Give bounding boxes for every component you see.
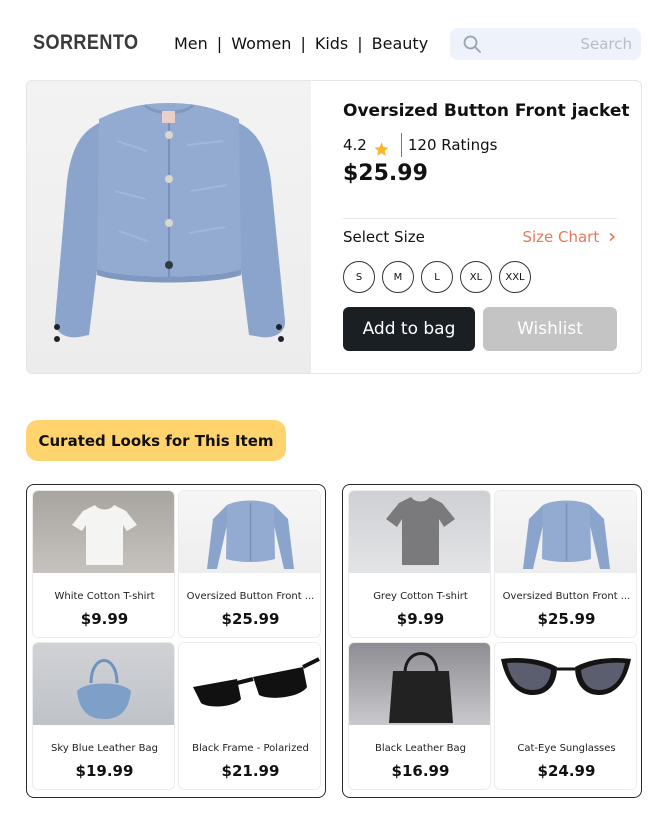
jacket-thumb-image	[179, 491, 320, 573]
size-option-xl[interactable]: XL	[460, 261, 492, 293]
curated-looks-heading: Curated Looks for This Item	[26, 420, 286, 461]
rating-value: 4.2	[343, 135, 367, 154]
search-icon	[463, 35, 481, 53]
jacket-icon	[523, 500, 610, 569]
sky-blue-bag-image	[33, 643, 174, 725]
product-card: Oversized Button Front jacket 4.2 120 Ra…	[26, 80, 642, 374]
product-title: Oversized Button Front jacket	[343, 101, 630, 121]
jacket-icon	[207, 500, 294, 569]
add-to-bag-button[interactable]: Add to bag	[343, 307, 475, 351]
look-card[interactable]: Grey Cotton T-shirt $9.99 Oversized Butt…	[342, 484, 642, 798]
product-image[interactable]	[27, 81, 311, 373]
divider	[343, 218, 617, 219]
nav-item-women[interactable]: Women	[231, 34, 291, 53]
main-nav: Men | Women | Kids | Beauty	[174, 34, 428, 53]
product-price: $25.99	[343, 161, 428, 186]
item-price: $9.99	[80, 610, 129, 628]
item-name: Sky Blue Leather Bag	[51, 743, 158, 754]
ratings-count[interactable]: 120 Ratings	[408, 136, 498, 154]
look-item[interactable]: Black Leather Bag $16.99	[348, 642, 491, 790]
item-price: $24.99	[537, 762, 596, 780]
item-price: $25.99	[537, 610, 596, 628]
nav-separator: |	[300, 34, 306, 53]
nav-item-beauty[interactable]: Beauty	[372, 34, 429, 53]
item-name: Oversized Button Front ...	[502, 591, 631, 602]
page: SORRENTO Men | Women | Kids | Beauty Sea…	[0, 0, 666, 826]
handbag-icon	[77, 659, 131, 719]
grey-tshirt-image	[349, 491, 490, 573]
select-size-label: Select Size	[343, 228, 425, 246]
item-price: $9.99	[396, 610, 445, 628]
size-option-xxl[interactable]: XXL	[499, 261, 531, 293]
size-chart-link[interactable]: Size Chart	[522, 228, 617, 246]
nav-separator: |	[357, 34, 363, 53]
item-name: Black Leather Bag	[375, 743, 466, 754]
tshirt-icon	[386, 497, 455, 565]
item-price: $21.99	[221, 762, 280, 780]
brand-logo[interactable]: SORRENTO	[33, 31, 138, 55]
size-option-l[interactable]: L	[421, 261, 453, 293]
handbag-icon	[389, 652, 453, 723]
look-item[interactable]: Oversized Button Front ... $25.99	[178, 490, 321, 638]
product-info: Oversized Button Front jacket 4.2 120 Ra…	[343, 81, 630, 373]
star-icon	[374, 142, 389, 156]
size-options: S M L XL XXL	[343, 261, 531, 293]
sunglasses-icon	[193, 657, 320, 707]
look-item[interactable]: Grey Cotton T-shirt $9.99	[348, 490, 491, 638]
jacket-thumb-image	[495, 491, 636, 573]
look-item[interactable]: Cat-Eye Sunglasses $24.99	[494, 642, 637, 790]
item-price: $19.99	[75, 762, 134, 780]
item-name: Cat-Eye Sunglasses	[517, 743, 616, 754]
tshirt-icon	[72, 505, 137, 565]
jacket-image	[54, 103, 286, 342]
item-name: Oversized Button Front ...	[186, 591, 315, 602]
item-price: $16.99	[391, 762, 450, 780]
white-tshirt-image	[33, 491, 174, 573]
look-item[interactable]: Oversized Button Front ... $25.99	[494, 490, 637, 638]
chevron-right-icon	[609, 232, 616, 242]
look-item[interactable]: Sky Blue Leather Bag $19.99	[32, 642, 175, 790]
black-sunglasses-image	[179, 643, 320, 725]
nav-item-men[interactable]: Men	[174, 34, 208, 53]
black-bag-image	[349, 643, 490, 725]
item-name: White Cotton T-shirt	[54, 591, 155, 602]
rating-divider	[400, 132, 402, 157]
item-name: Black Frame - Polarized	[192, 743, 309, 754]
wishlist-button[interactable]: Wishlist	[483, 307, 617, 351]
search-box[interactable]	[450, 28, 641, 60]
cat-eye-sunglasses-image	[495, 643, 636, 725]
item-price: $25.99	[221, 610, 280, 628]
look-card[interactable]: White Cotton T-shirt $9.99 Oversized But…	[26, 484, 326, 798]
size-option-s[interactable]: S	[343, 261, 375, 293]
size-chart-label: Size Chart	[522, 228, 600, 246]
look-item[interactable]: Black Frame - Polarized $21.99	[178, 642, 321, 790]
search-input[interactable]	[490, 32, 632, 56]
look-item[interactable]: White Cotton T-shirt $9.99	[32, 490, 175, 638]
nav-separator: |	[216, 34, 223, 53]
nav-item-kids[interactable]: Kids	[315, 34, 348, 53]
sunglasses-icon	[501, 657, 631, 695]
size-option-m[interactable]: M	[382, 261, 414, 293]
item-name: Grey Cotton T-shirt	[373, 591, 468, 602]
product-rating: 4.2 120 Ratings	[343, 131, 497, 158]
